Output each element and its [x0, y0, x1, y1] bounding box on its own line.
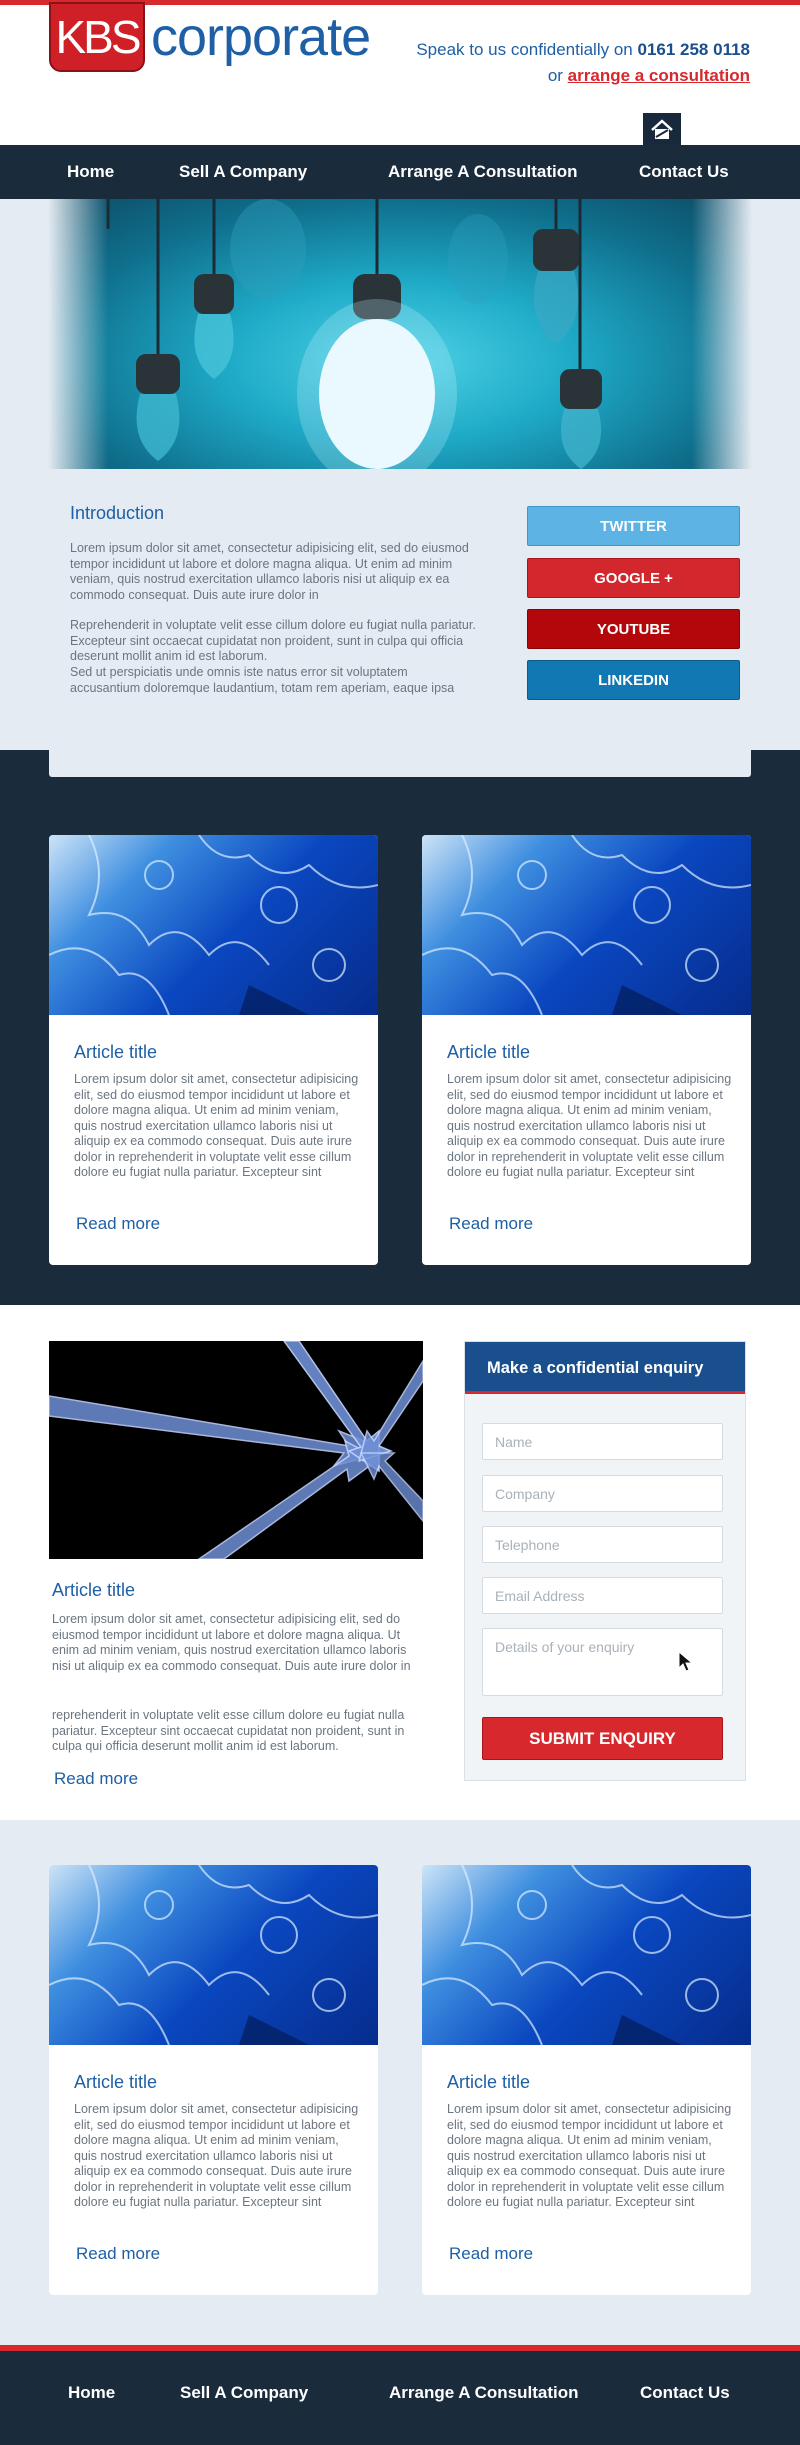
- article-card: Article title Lorem ipsum dolor sit amet…: [49, 1865, 378, 2295]
- nav-arrange-consultation[interactable]: Arrange A Consultation: [388, 145, 578, 199]
- google-plus-button[interactable]: GOOGLE +: [527, 558, 740, 598]
- puzzle-image: [422, 835, 751, 1016]
- article-card: Article title Lorem ipsum dolor sit amet…: [422, 1865, 751, 2295]
- home-icon[interactable]: [643, 113, 681, 147]
- nav-sell-a-company[interactable]: Sell A Company: [179, 145, 307, 199]
- read-more-link[interactable]: Read more: [449, 2244, 533, 2264]
- read-more-link[interactable]: Read more: [76, 2244, 160, 2264]
- telephone-field[interactable]: [482, 1526, 723, 1563]
- youtube-button[interactable]: YOUTUBE: [527, 609, 740, 649]
- mouse-cursor-icon: [678, 1650, 694, 1678]
- hero-image-lightbulbs: [48, 199, 752, 469]
- phone-number[interactable]: 0161 258 0118: [637, 40, 750, 59]
- email-field[interactable]: [482, 1577, 723, 1614]
- site-logo[interactable]: KBS corporate: [49, 0, 371, 74]
- article-body: Lorem ipsum dolor sit amet, consectetur …: [74, 1072, 359, 1179]
- nav-contact-us[interactable]: Contact Us: [639, 145, 729, 199]
- footer-nav: Home Sell A Company Arrange A Consultati…: [0, 2351, 800, 2445]
- hero-fade-left: [48, 199, 108, 469]
- name-field[interactable]: [482, 1423, 723, 1460]
- feature-read-more-link[interactable]: Read more: [54, 1769, 138, 1789]
- article-title[interactable]: Article title: [74, 2072, 157, 2093]
- contact-phone-line: Speak to us confidentially on 0161 258 0…: [416, 40, 750, 60]
- contact-consult-line: or arrange a consultation: [548, 66, 750, 86]
- twitter-button[interactable]: TWITTER: [527, 506, 740, 546]
- footer-nav-arrange-consultation[interactable]: Arrange A Consultation: [389, 2383, 579, 2403]
- contact-prefix: Speak to us confidentially on: [416, 40, 633, 59]
- company-field[interactable]: [482, 1475, 723, 1512]
- article-body: Lorem ipsum dolor sit amet, consectetur …: [447, 2102, 732, 2209]
- puzzle-image: [49, 835, 378, 1016]
- read-more-link[interactable]: Read more: [449, 1214, 533, 1234]
- feature-paragraph-1: Lorem ipsum dolor sit amet, consectetur …: [52, 1612, 411, 1673]
- read-more-link[interactable]: Read more: [76, 1214, 160, 1234]
- article-title[interactable]: Article title: [447, 2072, 530, 2093]
- intro-paragraph-3: Sed ut perspiciatis unde omnis iste natu…: [70, 665, 455, 695]
- enquiry-form-title: Make a confidential enquiry: [465, 1342, 745, 1394]
- footer-nav-home[interactable]: Home: [68, 2383, 115, 2403]
- footer-nav-sell-a-company[interactable]: Sell A Company: [180, 2383, 308, 2403]
- puzzle-image: [49, 1865, 378, 2046]
- footer-nav-contact-us[interactable]: Contact Us: [640, 2383, 730, 2403]
- logo-mark: KBS: [49, 2, 145, 72]
- article-card: Article title Lorem ipsum dolor sit amet…: [422, 835, 751, 1265]
- logo-wordmark: corporate: [151, 7, 371, 67]
- hero-fade-right: [692, 199, 752, 469]
- or-text: or: [547, 66, 563, 85]
- arrows-image: [49, 1341, 423, 1559]
- enquiry-form: Make a confidential enquiry SUBMIT ENQUI…: [464, 1341, 746, 1781]
- main-nav: Home Sell A Company Arrange A Consultati…: [0, 145, 800, 199]
- intro-paragraph-1: Lorem ipsum dolor sit amet, consectetur …: [70, 541, 469, 602]
- linkedin-button[interactable]: LINKEDIN: [527, 660, 740, 700]
- nav-home[interactable]: Home: [67, 145, 114, 199]
- article-title[interactable]: Article title: [74, 1042, 157, 1063]
- article-title[interactable]: Article title: [447, 1042, 530, 1063]
- submit-enquiry-button[interactable]: SUBMIT ENQUIRY: [482, 1717, 723, 1760]
- feature-paragraph-2: reprehenderit in voluptate velit esse ci…: [52, 1708, 405, 1753]
- arrange-consultation-link[interactable]: arrange a consultation: [568, 66, 750, 85]
- article-card: Article title Lorem ipsum dolor sit amet…: [49, 835, 378, 1265]
- intro-paragraph-2: Reprehenderit in voluptate velit esse ci…: [70, 618, 476, 663]
- puzzle-image: [422, 1865, 751, 2046]
- feature-article-title[interactable]: Article title: [52, 1580, 135, 1601]
- intro-panel-bottom: [49, 750, 751, 777]
- article-body: Lorem ipsum dolor sit amet, consectetur …: [74, 2102, 359, 2209]
- intro-title: Introduction: [70, 503, 165, 523]
- article-body: Lorem ipsum dolor sit amet, consectetur …: [447, 1072, 732, 1179]
